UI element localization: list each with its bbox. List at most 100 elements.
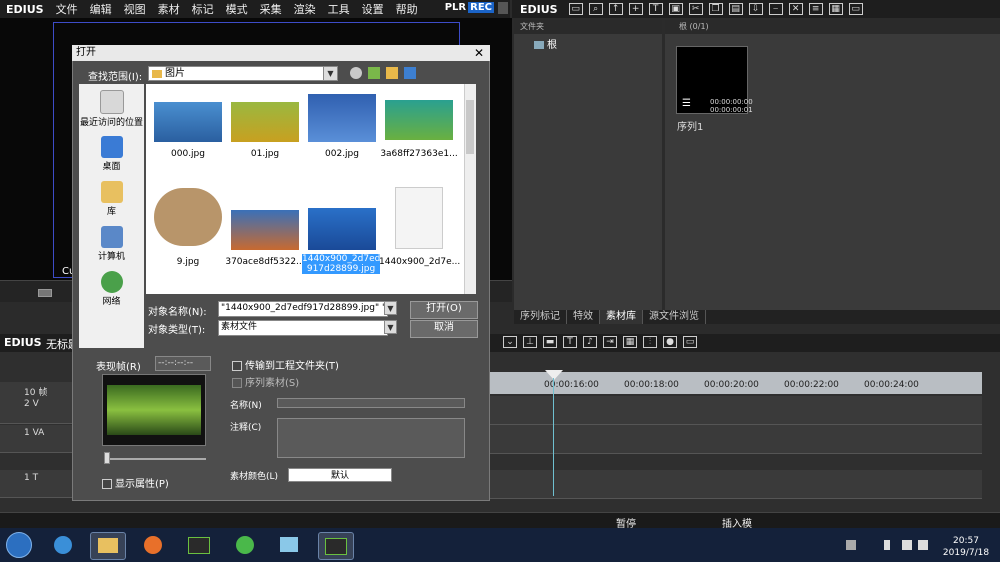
- name-field[interactable]: [277, 398, 465, 408]
- menu-settings[interactable]: 设置: [356, 1, 390, 17]
- file-thumbnail[interactable]: [231, 102, 299, 142]
- add-timeline-icon[interactable]: ⇩: [748, 3, 763, 15]
- tab-effects[interactable]: 特效: [567, 310, 600, 324]
- preview-slider-knob[interactable]: [104, 452, 110, 464]
- transfer-to-project-checkbox[interactable]: 传输到工程文件夹(T): [232, 357, 339, 372]
- checkbox-icon[interactable]: [102, 479, 112, 489]
- marker-icon[interactable]: ⎯: [768, 3, 783, 15]
- split-icon[interactable]: ⊥: [523, 336, 537, 348]
- track-1t[interactable]: [490, 470, 982, 499]
- view-icon[interactable]: ▦: [828, 3, 843, 15]
- view-menu-icon[interactable]: [404, 67, 416, 79]
- edius-icon[interactable]: [182, 532, 216, 558]
- search-icon[interactable]: ⌕: [588, 3, 603, 15]
- start-button-icon[interactable]: [6, 532, 32, 558]
- place-desktop[interactable]: 桌面: [79, 136, 144, 172]
- show-properties-checkbox[interactable]: 显示属性(P): [102, 475, 169, 490]
- menu-marker[interactable]: 标记: [186, 1, 220, 17]
- place-network[interactable]: 网络: [79, 271, 144, 307]
- tab-bin[interactable]: 素材库: [600, 310, 643, 324]
- cut-icon[interactable]: ✂: [688, 3, 703, 15]
- add-clip-icon[interactable]: +: [628, 3, 643, 15]
- chevron-down-icon[interactable]: ▼: [384, 320, 397, 334]
- title-icon[interactable]: T: [648, 3, 663, 15]
- tab-source-browser[interactable]: 源文件浏览: [643, 310, 706, 324]
- close-panel-icon[interactable]: ▭: [848, 3, 863, 15]
- tab-sequence-markers[interactable]: 序列标记: [514, 310, 567, 324]
- timeline-ruler[interactable]: 00:00:16:00 00:00:18:00 00:00:20:00 00:0…: [490, 372, 982, 394]
- clock[interactable]: 20:57 2019/7/18: [936, 535, 996, 559]
- menu-help[interactable]: 帮助: [390, 1, 424, 17]
- place-recent[interactable]: 最近访问的位置: [79, 90, 144, 128]
- paste-icon[interactable]: ▤: [728, 3, 743, 15]
- object-name-input[interactable]: "1440x900_2d7edf917d28899.jpg" "u=197: [218, 301, 388, 317]
- media-player-icon[interactable]: [46, 532, 80, 558]
- clip-color-button[interactable]: 默认: [288, 468, 392, 482]
- firefox-icon[interactable]: [136, 532, 170, 558]
- battery-icon[interactable]: [884, 540, 890, 550]
- export-icon[interactable]: ⇥: [603, 336, 617, 348]
- edius-active-icon[interactable]: [318, 532, 354, 560]
- file-thumbnail[interactable]: [308, 94, 376, 142]
- back-icon[interactable]: [350, 67, 362, 79]
- place-libraries[interactable]: 库: [79, 181, 144, 217]
- track-1va[interactable]: [490, 425, 982, 454]
- grid-icon[interactable]: ▦: [623, 336, 637, 348]
- ripple-icon[interactable]: ⌄: [503, 336, 517, 348]
- plr-rec-indicator[interactable]: PLR REC: [445, 2, 494, 13]
- window-control-icon[interactable]: [498, 2, 508, 14]
- folder-root[interactable]: 根: [534, 36, 557, 51]
- close-icon[interactable]: ✕: [474, 46, 484, 60]
- mic-icon[interactable]: ♪: [583, 336, 597, 348]
- file-thumbnail[interactable]: [154, 102, 222, 142]
- tray-arrow-icon[interactable]: [846, 540, 856, 550]
- object-type-select[interactable]: 素材文件: [218, 320, 388, 336]
- document-icon[interactable]: [395, 187, 443, 249]
- place-computer[interactable]: 计算机: [79, 226, 144, 262]
- menu-clip[interactable]: 素材: [152, 1, 186, 17]
- track-icon[interactable]: ▬: [543, 336, 557, 348]
- menu-tools[interactable]: 工具: [322, 1, 356, 17]
- playhead-marker[interactable]: [545, 370, 563, 380]
- up-folder-icon[interactable]: [368, 67, 380, 79]
- notes-app-icon[interactable]: [272, 532, 306, 558]
- chevron-down-icon[interactable]: ▼: [384, 301, 397, 315]
- file-name-selected[interactable]: 1440x900_2d7edf 917d28899.jpg: [302, 254, 384, 274]
- sequence-clip-checkbox[interactable]: 序列素材(S): [232, 374, 299, 389]
- checkbox-icon[interactable]: [232, 378, 242, 388]
- player-scrub-handle[interactable]: [38, 289, 52, 297]
- menu-capture[interactable]: 采集: [254, 1, 288, 17]
- menu-file[interactable]: 文件: [50, 1, 84, 17]
- file-thumbnail-selected[interactable]: [308, 208, 376, 250]
- preview-slider[interactable]: [106, 458, 206, 460]
- menu-mode[interactable]: 模式: [220, 1, 254, 17]
- record-icon[interactable]: ●: [663, 336, 677, 348]
- open-button[interactable]: 打开(O): [410, 301, 478, 319]
- scrollbar-thumb[interactable]: [466, 100, 474, 154]
- menu-edit[interactable]: 编辑: [84, 1, 118, 17]
- volume-icon[interactable]: [918, 540, 928, 550]
- title-tool-icon[interactable]: T: [563, 336, 577, 348]
- menu-render[interactable]: 渲染: [288, 1, 322, 17]
- mixer-icon[interactable]: ⫶: [643, 336, 657, 348]
- explorer-icon[interactable]: [90, 532, 126, 560]
- delete-icon[interactable]: ✕: [788, 3, 803, 15]
- new-sequence-icon[interactable]: ▣: [668, 3, 683, 15]
- menu-view[interactable]: 视图: [118, 1, 152, 17]
- file-thumbnail[interactable]: [385, 100, 453, 140]
- update-icon[interactable]: [228, 532, 262, 558]
- look-in-dropdown[interactable]: 图片 ▼: [148, 66, 338, 81]
- notes-field[interactable]: [277, 418, 465, 458]
- properties-icon[interactable]: ≡: [808, 3, 823, 15]
- checkbox-icon[interactable]: [232, 361, 242, 371]
- cancel-button[interactable]: 取消: [410, 320, 478, 338]
- file-thumbnail[interactable]: [231, 210, 299, 250]
- network-tray-icon[interactable]: [902, 540, 912, 550]
- track-2v[interactable]: [490, 396, 982, 425]
- copy-icon[interactable]: ❐: [708, 3, 723, 15]
- preview-timecode[interactable]: --:--:--:--: [155, 356, 211, 371]
- chevron-down-icon[interactable]: ▼: [323, 67, 337, 80]
- new-folder-icon[interactable]: [386, 67, 398, 79]
- file-thumbnail[interactable]: [154, 188, 222, 246]
- up-icon[interactable]: ↑: [608, 3, 623, 15]
